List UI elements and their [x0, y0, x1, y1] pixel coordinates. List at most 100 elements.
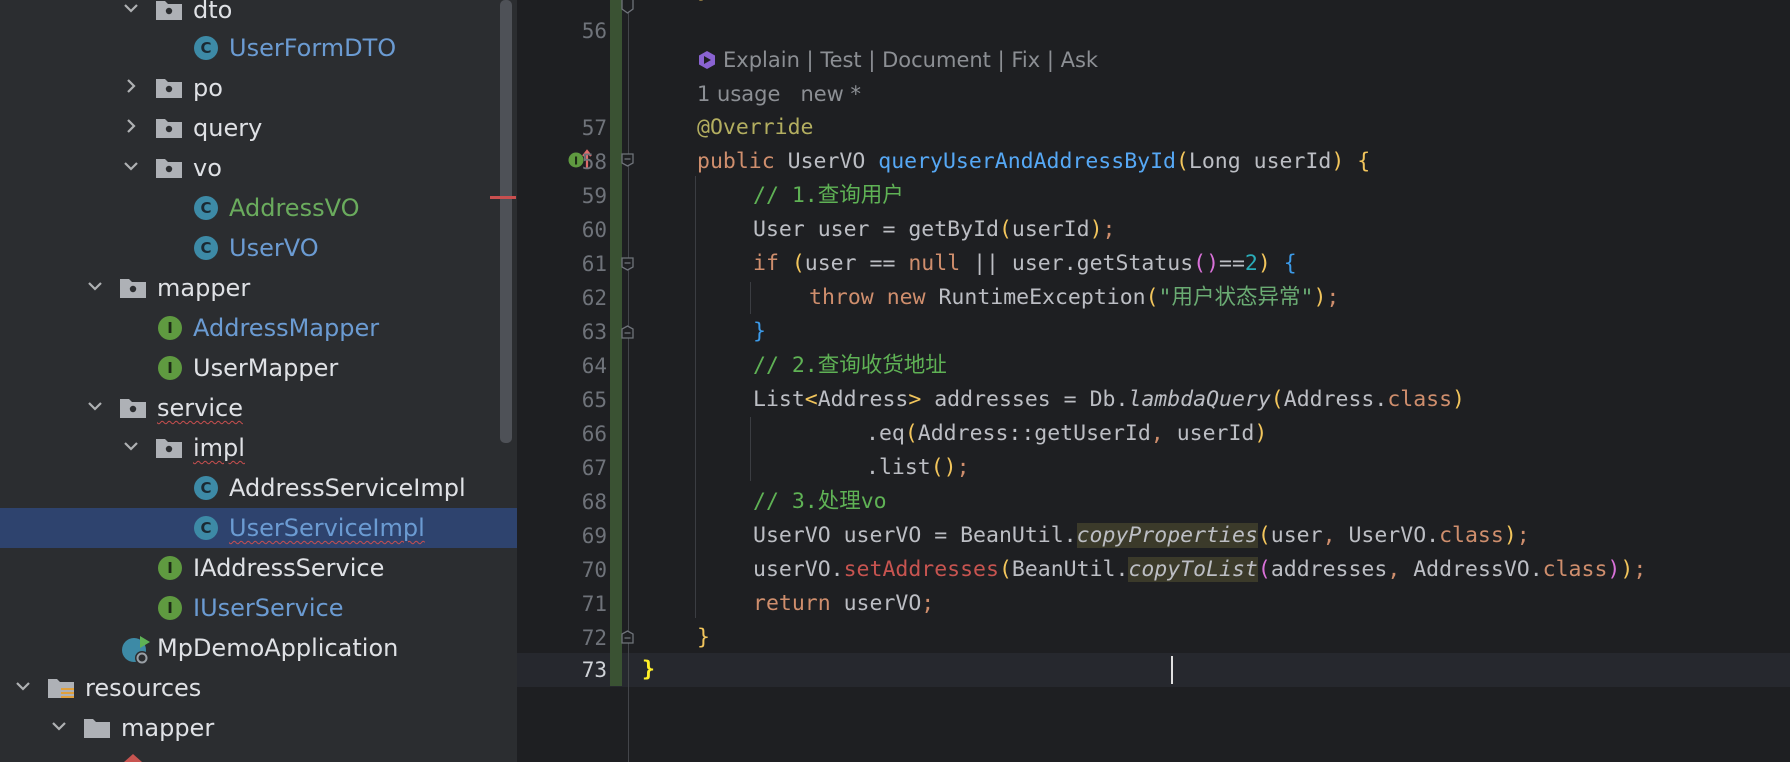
- code-line-61: if (user == null || user.getStatus()==2)…: [753, 251, 1297, 276]
- fold-start-icon[interactable]: [621, 257, 634, 271]
- package-icon: [156, 439, 182, 458]
- tree-item-label: IAddressService: [193, 554, 385, 582]
- code-line-57: @Override: [697, 115, 814, 140]
- interface-icon: I: [158, 596, 182, 620]
- tree-item-addressserviceimpl[interactable]: C AddressServiceImpl: [0, 468, 517, 508]
- tree-item-label: mapper: [157, 274, 251, 302]
- tree-item-query[interactable]: query: [0, 108, 517, 148]
- chevron-down-icon[interactable]: [49, 716, 69, 736]
- package-icon: [120, 399, 146, 418]
- package-icon: [120, 279, 146, 298]
- line-number: 64: [581, 354, 607, 378]
- tree-item-resources[interactable]: resources: [0, 668, 517, 708]
- code-line-70: userVO.setAddresses(BeanUtil.copyToList(…: [753, 557, 1647, 582]
- text-caret: [1171, 656, 1173, 684]
- tree-item-label: UserFormDTO: [229, 34, 397, 62]
- tree-item-label: resources: [85, 674, 202, 702]
- line-number: 58: [581, 150, 607, 174]
- code-line-66: .eq(Address::getUserId, userId): [866, 421, 1268, 446]
- ai-action-test[interactable]: Test: [820, 48, 861, 72]
- tree-item-userserviceimpl[interactable]: C UserServiceImpl: [0, 508, 517, 548]
- fold-end-icon[interactable]: [621, 630, 634, 644]
- xml-file-icon: [124, 754, 142, 762]
- current-line-highlight: [517, 653, 1790, 687]
- chevron-right-icon[interactable]: [121, 76, 141, 96]
- line-number: 57: [581, 116, 607, 140]
- tree-item-vo[interactable]: vo: [0, 148, 517, 188]
- code-line-71: return userVO;: [753, 591, 935, 616]
- tree-item-uservo[interactable]: C UserVO: [0, 228, 517, 268]
- tree-item-iaddressservice[interactable]: I IAddressService: [0, 548, 517, 588]
- usages-hint[interactable]: 1 usage: [697, 82, 780, 106]
- error-stripe-marker[interactable]: [490, 196, 516, 199]
- inlay-separator: |: [799, 48, 821, 72]
- line-number: 65: [581, 388, 607, 412]
- line-number: 60: [581, 218, 607, 242]
- tree-item-label: query: [193, 114, 263, 142]
- fold-end-icon[interactable]: [621, 325, 634, 339]
- fold-start-icon[interactable]: [621, 153, 634, 167]
- indent-guide: [750, 417, 751, 481]
- tree-item-label: AddressServiceImpl: [229, 474, 466, 502]
- chevron-right-icon[interactable]: [121, 116, 141, 136]
- tree-item-mapper[interactable]: mapper: [0, 268, 517, 308]
- tree-item-addressvo[interactable]: C AddressVO: [0, 188, 517, 228]
- line-number: 56: [581, 19, 607, 43]
- chevron-down-icon[interactable]: [121, 156, 141, 176]
- vcs-change-marker[interactable]: [610, 0, 622, 686]
- class-icon: C: [194, 236, 218, 260]
- code-line-67: .list();: [866, 455, 970, 480]
- line-number: 55: [517, 0, 607, 8]
- code-editor[interactable]: I 55 } 56 57 58 59 60 61 62 63 64 65 66 …: [517, 0, 1790, 762]
- code-line-55: }: [697, 0, 710, 8]
- author-hint[interactable]: new *: [800, 82, 861, 106]
- interface-icon: I: [158, 316, 182, 340]
- project-tree: dto C UserFormDTO po query vo C AddressV…: [0, 0, 517, 762]
- tree-item-resources-mapper[interactable]: mapper: [0, 708, 517, 748]
- chevron-down-icon[interactable]: [121, 436, 141, 456]
- tree-item-label: vo: [193, 154, 222, 182]
- tree-item-label: AddressVO: [229, 194, 360, 222]
- code-line-63: }: [753, 319, 766, 344]
- code-line-65: List<Address> addresses = Db.lambdaQuery…: [753, 387, 1465, 412]
- tree-item-iuserservice[interactable]: I IUserService: [0, 588, 517, 628]
- code-line-69: UserVO userVO = BeanUtil.copyProperties(…: [753, 523, 1530, 548]
- tree-item-addressmapper[interactable]: I AddressMapper: [0, 308, 517, 348]
- ai-action-ask[interactable]: Ask: [1061, 48, 1098, 72]
- tree-item-dto[interactable]: dto: [0, 0, 517, 30]
- package-icon: [156, 159, 182, 178]
- code-line-59: // 1.查询用户: [753, 183, 904, 208]
- tree-item-mpdemoapplication[interactable]: MpDemoApplication: [0, 628, 517, 668]
- gutter-separator: [628, 0, 629, 762]
- tree-item-label: UserServiceImpl: [229, 514, 425, 542]
- ai-action-fix[interactable]: Fix: [1011, 48, 1040, 72]
- class-icon: C: [194, 476, 218, 500]
- tree-scrollbar[interactable]: [500, 0, 512, 443]
- chevron-down-icon[interactable]: [13, 676, 33, 696]
- fold-end-icon[interactable]: [621, 0, 634, 14]
- tree-item-impl[interactable]: impl: [0, 428, 517, 468]
- inlay-separator: |: [861, 48, 883, 72]
- line-number: 71: [581, 592, 607, 616]
- line-number: 66: [581, 422, 607, 446]
- tree-item-usermapper[interactable]: I UserMapper: [0, 348, 517, 388]
- ai-actions-inlay: Explain | Test | Document | Fix | Ask: [697, 44, 1098, 76]
- indent-guide: [750, 282, 751, 314]
- folder-icon: [84, 719, 110, 738]
- ai-action-explain[interactable]: Explain: [723, 48, 800, 72]
- package-icon: [156, 119, 182, 138]
- resources-folder-icon: [48, 679, 74, 698]
- line-number: 69: [581, 524, 607, 548]
- tree-item-userformdto[interactable]: C UserFormDTO: [0, 28, 517, 68]
- class-icon: C: [194, 516, 218, 540]
- code-line-72: }: [697, 625, 710, 650]
- tree-item-po[interactable]: po: [0, 68, 517, 108]
- tree-item-label: IUserService: [193, 594, 344, 622]
- chevron-down-icon[interactable]: [85, 396, 105, 416]
- chevron-down-icon[interactable]: [121, 0, 141, 18]
- ai-action-document[interactable]: Document: [882, 48, 991, 72]
- chevron-down-icon[interactable]: [85, 276, 105, 296]
- tree-item-service[interactable]: service: [0, 388, 517, 428]
- inlay-separator: |: [990, 48, 1012, 72]
- interface-icon: I: [158, 356, 182, 380]
